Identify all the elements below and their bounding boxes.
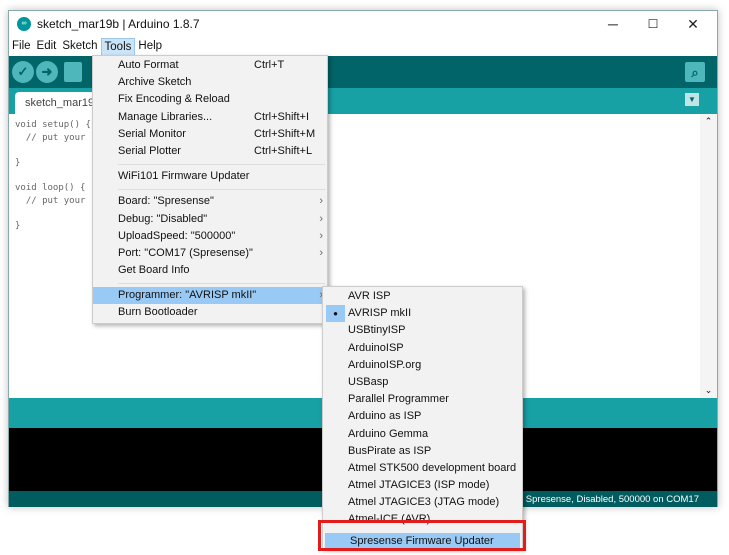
minimize-button[interactable]: ─: [593, 11, 633, 37]
menu-item-label: USBasp: [348, 375, 389, 388]
menu-separator: [118, 189, 325, 191]
menu-item-label: ArduinoISP: [348, 341, 404, 354]
tools-menu-item[interactable]: Fix Encoding & Reload: [93, 91, 327, 108]
programmer-option[interactable]: USBtinyISP: [323, 322, 522, 339]
menu-item-label: Archive Sketch: [118, 76, 192, 89]
tools-menu-item[interactable]: Manage Libraries... Ctrl+Shift+I: [93, 109, 327, 126]
tools-menu-item[interactable]: Burn Bootloader: [93, 304, 327, 321]
menu-item-label: Serial Monitor: [118, 127, 186, 140]
chevron-down-icon[interactable]: ▼: [685, 93, 699, 106]
submenu-arrow-icon: ›: [319, 195, 323, 208]
tools-menu-item[interactable]: Get Board Info: [93, 262, 327, 279]
menu-item-label: Burn Bootloader: [118, 306, 198, 319]
tools-menu-item[interactable]: WiFi101 Firmware Updater: [93, 168, 327, 185]
programmer-option[interactable]: Arduino Gemma: [323, 426, 522, 443]
menu-file[interactable]: File: [9, 38, 34, 56]
programmer-option[interactable]: Parallel Programmer: [323, 391, 522, 408]
close-button[interactable]: ✕: [673, 11, 713, 37]
menu-item-label: Arduino as ISP: [348, 410, 422, 423]
menu-item-label: Fix Encoding & Reload: [118, 93, 230, 106]
programmer-option[interactable]: AVR ISP: [323, 288, 522, 305]
menu-item-label: USBtinyISP: [348, 324, 406, 337]
annotation-highlight-box: [318, 520, 526, 551]
menu-item-shortcut: Ctrl+T: [254, 59, 285, 71]
submenu-arrow-icon: ›: [319, 229, 323, 242]
window-title: sketch_mar19b | Arduino 1.8.7: [37, 17, 200, 31]
menu-item-shortcut: Ctrl+Shift+M: [254, 127, 316, 140]
programmer-option[interactable]: Atmel JTAGICE3 (ISP mode): [323, 477, 522, 494]
submenu-arrow-icon: ›: [319, 212, 323, 225]
menu-bar: File Edit Sketch Tools Help: [9, 38, 165, 56]
menu-tools[interactable]: Tools: [100, 38, 136, 56]
menu-item-label: AVR ISP: [348, 290, 391, 302]
new-icon[interactable]: [64, 62, 82, 82]
menu-sketch[interactable]: Sketch: [59, 38, 100, 56]
tools-menu-item[interactable]: Port: "COM17 (Spresense)" ›: [93, 245, 327, 262]
tools-menu-item[interactable]: Auto Format Ctrl+T: [93, 57, 327, 74]
tools-menu-item[interactable]: Serial Plotter Ctrl+Shift+L: [93, 143, 327, 160]
menu-item-label: Port: "COM17 (Spresense)": [118, 246, 253, 259]
menu-item-label: BusPirate as ISP: [348, 444, 432, 457]
menu-item-label: Manage Libraries...: [118, 110, 213, 123]
tools-menu-item[interactable]: Serial Monitor Ctrl+Shift+M: [93, 126, 327, 143]
programmer-option[interactable]: USBasp: [323, 374, 522, 391]
tools-menu-item[interactable]: Debug: "Disabled" ›: [93, 211, 327, 228]
menu-item-label: Arduino Gemma: [348, 427, 429, 440]
menu-edit[interactable]: Edit: [34, 38, 60, 56]
menu-item-label: Programmer: "AVRISP mkII": [118, 289, 257, 302]
menu-item-label: UploadSpeed: "500000": [118, 229, 236, 242]
tools-menu-item[interactable]: Programmer: "AVRISP mkII"›: [93, 287, 327, 305]
menu-item-label: Get Board Info: [118, 264, 190, 277]
menu-item-label: AVRISP mkII: [348, 307, 412, 320]
tools-menu-item[interactable]: Archive Sketch: [93, 74, 327, 91]
arduino-logo-icon: ∞: [17, 17, 31, 31]
menu-help[interactable]: Help: [135, 38, 165, 56]
programmer-option[interactable]: ArduinoISP.org: [323, 357, 522, 374]
menu-item-label: Board: "Spresense": [118, 195, 214, 208]
title-bar: ∞ sketch_mar19b | Arduino 1.8.7 ─ ☐ ✕: [9, 11, 717, 37]
tools-menu-item[interactable]: UploadSpeed: "500000" ›: [93, 228, 327, 245]
scroll-up-icon[interactable]: ⌃: [700, 116, 717, 127]
programmer-option[interactable]: Atmel JTAGICE3 (JTAG mode): [323, 494, 522, 511]
menu-item-label: WiFi101 Firmware Updater: [118, 170, 250, 183]
programmer-submenu: AVR ISP ● AVRISP mkII USBtinyISP ArduinoISP A…: [322, 286, 523, 550]
selected-bullet-icon: ●: [326, 305, 345, 323]
submenu-arrow-icon: ›: [319, 246, 323, 259]
menu-item-shortcut: Ctrl+Shift+L: [254, 144, 313, 157]
menu-item-label: Atmel STK500 development board: [348, 461, 517, 474]
menu-item-label: Auto Format: [118, 59, 179, 71]
maximize-button[interactable]: ☐: [633, 11, 673, 37]
menu-item-label: ArduinoISP.org: [348, 358, 422, 371]
menu-item-shortcut: Ctrl+Shift+I: [254, 110, 310, 123]
menu-item-label: Debug: "Disabled": [118, 212, 208, 225]
menu-separator: [118, 283, 325, 285]
menu-item-label: Parallel Programmer: [348, 393, 449, 406]
tools-menu: Auto Format Ctrl+T Archive Sketch Fix Encod…: [92, 55, 328, 324]
menu-item-label: Atmel JTAGICE3 (ISP mode): [348, 479, 490, 492]
menu-separator: [118, 164, 325, 166]
verify-button[interactable]: ✓: [12, 61, 34, 83]
menu-item-label: Atmel JTAGICE3 (JTAG mode): [348, 496, 500, 509]
programmer-option[interactable]: Arduino as ISP: [323, 408, 522, 425]
programmer-option[interactable]: BusPirate as ISP: [323, 443, 522, 460]
scroll-down-icon[interactable]: ⌄: [700, 385, 717, 396]
upload-button[interactable]: ➜: [36, 61, 58, 83]
editor-scrollbar[interactable]: ⌃ ⌄: [700, 114, 717, 398]
programmer-option[interactable]: Atmel STK500 development board: [323, 460, 522, 477]
magnifier-icon[interactable]: ⌕: [685, 62, 705, 82]
programmer-option[interactable]: ● AVRISP mkII: [323, 305, 522, 323]
menu-item-label: Serial Plotter: [118, 144, 181, 157]
tools-menu-item[interactable]: Board: "Spresense" ›: [93, 193, 327, 210]
programmer-option[interactable]: ArduinoISP: [323, 340, 522, 357]
